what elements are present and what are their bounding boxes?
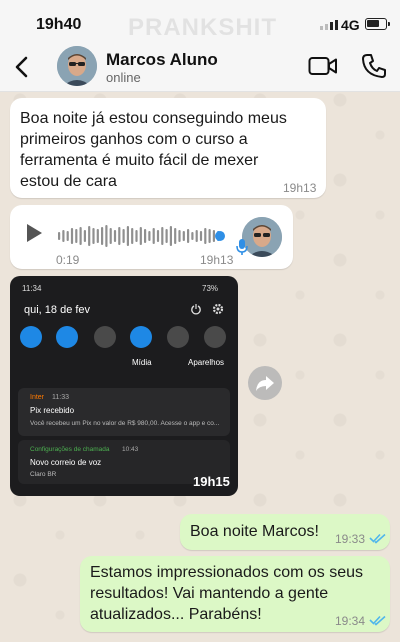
waveform-bar [62, 230, 65, 242]
waveform-bar [126, 226, 129, 246]
waveform-bar [113, 230, 117, 242]
notif-body: Claro BR [30, 471, 57, 478]
devices-label: Aparelhos [188, 358, 225, 367]
image-message[interactable]: 11:34 73% qui, 18 de fev Mídia Aparelhos… [10, 276, 238, 496]
waveform-bar [169, 226, 172, 246]
network-type: 4G [341, 17, 360, 33]
notif-time: 10:43 [122, 446, 139, 453]
waveform-bar [152, 228, 155, 244]
chat-header: Marcos Aluno online [0, 42, 400, 92]
message-time: 19:34 [335, 614, 366, 628]
notif-title: Pix recebido [30, 406, 75, 415]
waveform-bar [199, 231, 203, 241]
phone-call-icon[interactable] [360, 52, 388, 80]
waveform-bar [96, 229, 99, 243]
notif-app: Configurações de chamada [30, 446, 110, 453]
notif-time: 11:33 [52, 394, 69, 401]
waveform-bar [101, 227, 104, 245]
waveform-bar [79, 227, 82, 245]
message-time: 19h15 [193, 474, 230, 489]
waveform-bar [109, 228, 112, 244]
wifi-toggle [20, 326, 42, 348]
notif-title: Novo correio de voz [30, 458, 102, 467]
message-line: ferramenta é muito fácil de mexer [20, 152, 259, 169]
message-line: primeiros ganhos com o curso a [20, 131, 248, 148]
waveform-bar [144, 229, 147, 243]
waveform-bar [66, 231, 69, 241]
waveform-bar [83, 230, 86, 242]
status-bar: 19h40 PRANKSHIT 4G [0, 0, 400, 42]
screenshot-date: qui, 18 de fev [24, 304, 91, 316]
waveform-bar [70, 228, 74, 244]
signal-icon [320, 20, 338, 30]
read-receipt-icon [369, 615, 386, 626]
forward-icon [256, 376, 274, 391]
airplane-toggle [167, 326, 189, 348]
waveform-bar [88, 226, 91, 246]
back-arrow-icon[interactable] [8, 52, 36, 82]
waveform-bar [148, 231, 151, 241]
rotation-toggle [130, 326, 152, 348]
waveform-bar [165, 229, 168, 243]
waveform-bar [195, 230, 198, 242]
waveform-bar [212, 230, 215, 242]
waveform-bar [92, 228, 95, 244]
waveform-bar [204, 228, 207, 244]
message-line: Boa noite já estou conseguindo meus [20, 110, 287, 127]
waveform-bar [118, 227, 121, 245]
waveform-bar [178, 230, 181, 242]
message-line: estou de cara [20, 173, 117, 190]
sender-avatar [242, 217, 282, 257]
mute-toggle [56, 326, 78, 348]
notif-body: Você recebeu um Pix no valor de R$ 980,0… [30, 420, 220, 427]
waveform-bar [135, 230, 138, 242]
contact-status: online [106, 70, 141, 85]
play-icon[interactable] [24, 222, 44, 244]
contact-name[interactable]: Marcos Aluno [106, 50, 218, 70]
waveform-bar [75, 229, 78, 243]
notif-app: Inter [30, 394, 45, 401]
screenshot-battery: 73% [202, 284, 219, 293]
waveform-bar [105, 225, 108, 247]
waveform-bar [187, 229, 190, 243]
message-time: 19:33 [335, 532, 366, 546]
waveform-bar [139, 227, 142, 245]
status-time: 19h40 [36, 16, 82, 33]
message-line: atualizados... Parabéns! [90, 606, 262, 623]
forward-button[interactable] [248, 366, 282, 400]
waveform-bar [156, 230, 160, 242]
contact-avatar[interactable] [57, 46, 97, 86]
read-receipt-icon [369, 533, 386, 544]
media-label: Mídia [132, 358, 152, 367]
message-line: resultados! Vai mantendo a gente [90, 585, 329, 602]
waveform-bar [161, 227, 164, 245]
flashlight-toggle [204, 326, 226, 348]
bluetooth-toggle [94, 326, 116, 348]
power-icon [191, 304, 201, 315]
message-line: Boa noite Marcos! [190, 523, 319, 540]
settings-gear-icon [212, 303, 224, 315]
waveform-bar [191, 232, 194, 240]
waveform-bar [58, 232, 61, 240]
waveform-bar [174, 228, 177, 244]
watermark: PRANKSHIT [128, 14, 278, 41]
battery-icon [365, 18, 390, 30]
video-call-icon[interactable] [308, 54, 338, 78]
playback-scrubber [215, 231, 225, 241]
message-line: Estamos impressionados com os seus [90, 564, 363, 581]
voice-duration: 0:19 [56, 253, 80, 267]
notification-pix: Inter 11:33 Pix recebido Você recebeu um… [18, 388, 230, 436]
waveform-bar [208, 229, 211, 243]
message-time: 19h13 [200, 253, 234, 267]
waveform-bar [131, 228, 134, 244]
microphone-icon [236, 239, 248, 255]
message-time: 19h13 [283, 181, 317, 195]
audio-waveform[interactable] [58, 224, 226, 248]
waveform-bar [122, 229, 125, 243]
waveform-bar [182, 231, 185, 241]
screenshot-clock: 11:34 [22, 284, 42, 293]
